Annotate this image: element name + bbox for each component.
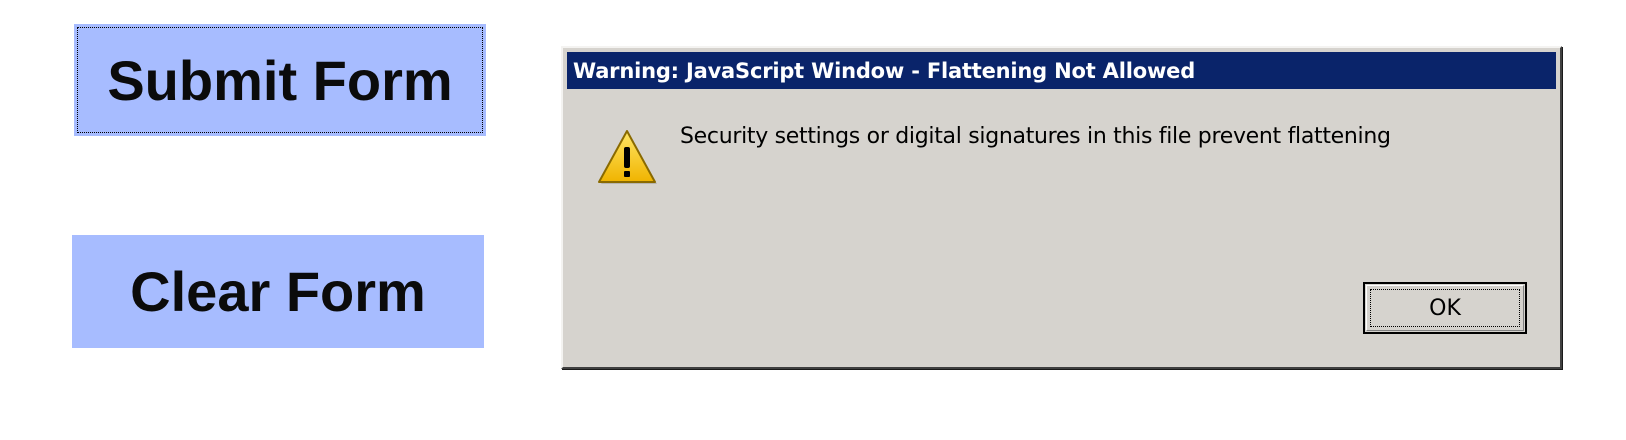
- clear-form-button[interactable]: Clear Form: [72, 235, 484, 348]
- dialog-titlebar[interactable]: Warning: JavaScript Window - Flattening …: [567, 52, 1556, 89]
- submit-form-label: Submit Form: [107, 48, 453, 112]
- dialog-title: Warning: JavaScript Window - Flattening …: [573, 58, 1196, 83]
- ok-label: OK: [1429, 295, 1461, 321]
- ok-button[interactable]: OK: [1363, 282, 1527, 334]
- warning-dialog: Warning: JavaScript Window - Flattening …: [561, 46, 1562, 369]
- submit-form-button[interactable]: Submit Form: [74, 24, 486, 136]
- dialog-message: Security settings or digital signatures …: [680, 124, 1391, 149]
- clear-form-label: Clear Form: [130, 260, 426, 323]
- warning-triangle-icon: [598, 130, 657, 184]
